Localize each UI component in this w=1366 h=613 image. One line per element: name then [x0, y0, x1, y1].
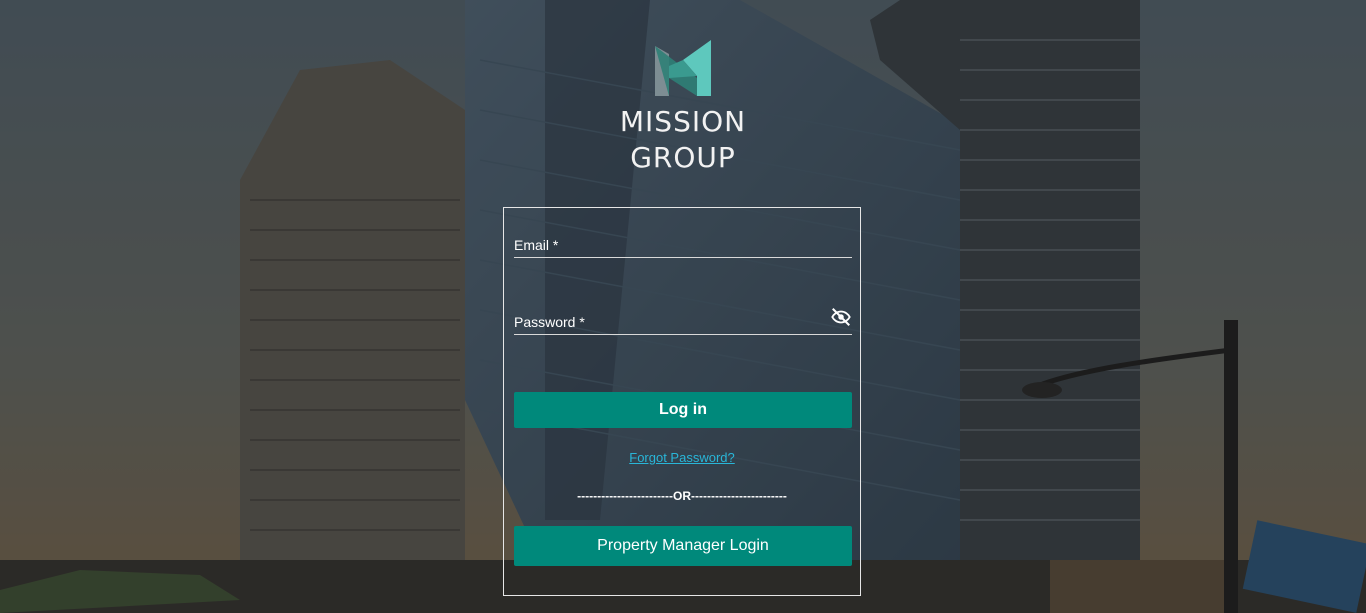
- password-field[interactable]: Password *: [514, 306, 856, 336]
- email-input[interactable]: [514, 231, 856, 259]
- mission-group-logo-icon: [655, 40, 711, 96]
- password-input[interactable]: [514, 308, 856, 336]
- property-manager-login-button[interactable]: Property Manager Login: [514, 526, 852, 566]
- or-divider: ------------------------OR--------------…: [577, 489, 787, 503]
- login-button[interactable]: Log in: [514, 392, 852, 428]
- brand-name-line1: MISSION: [619, 105, 747, 138]
- email-field[interactable]: Email *: [514, 231, 856, 259]
- brand-name: MISSION GROUP: [583, 104, 783, 176]
- forgot-password-link[interactable]: Forgot Password?: [504, 450, 860, 465]
- login-card: Email * Password * Log in Forgot Passwor…: [503, 207, 861, 596]
- brand-name-line2: GROUP: [630, 141, 736, 174]
- login-page: MISSION GROUP Email * Password * Log in …: [0, 0, 1366, 613]
- eye-off-icon[interactable]: [830, 306, 852, 328]
- brand-logo: MISSION GROUP: [583, 38, 783, 176]
